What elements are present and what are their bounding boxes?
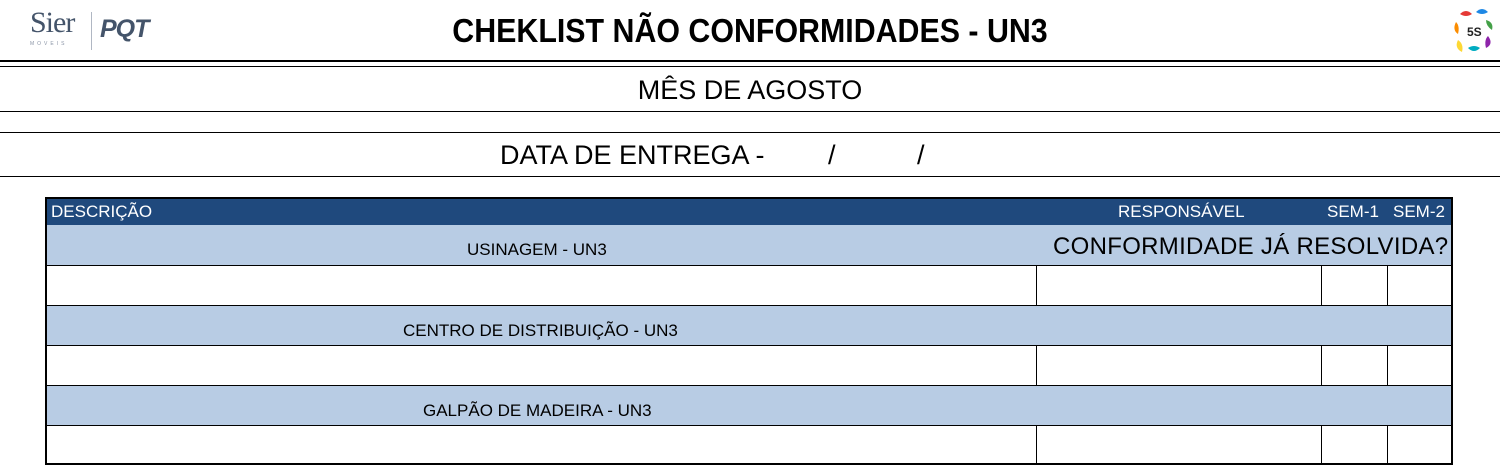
responsible-cell[interactable] — [1037, 426, 1321, 463]
cell-border — [1387, 425, 1388, 463]
delivery-date-label: DATA DE ENTREGA - — [500, 140, 765, 170]
responsible-cell[interactable] — [1037, 346, 1321, 385]
rule-mid-2 — [0, 132, 1500, 133]
sem1-cell[interactable] — [1322, 266, 1387, 305]
section-label: GALPÃO DE MADEIRA - UN3 — [423, 401, 652, 420]
delivery-date-separator-2: / — [917, 140, 925, 170]
sem2-cell[interactable] — [1388, 346, 1451, 385]
section-label: USINAGEM - UN3 — [467, 240, 607, 259]
rule-top-2 — [0, 66, 1500, 67]
cell-border — [1321, 265, 1322, 305]
5s-logo-icon: 5S — [1454, 9, 1493, 52]
cell-border — [1036, 425, 1037, 463]
rule-mid-1 — [0, 111, 1500, 112]
section-band-usinagem: USINAGEM - UN3 CONFORMIDADE JÁ RESOLVIDA… — [47, 225, 1451, 265]
column-header-responsible: RESPONSÁVEL — [1118, 202, 1245, 221]
cell-border — [1387, 345, 1388, 385]
section-band-centro-distribuicao: CENTRO DE DISTRIBUIÇÃO - UN3 — [47, 306, 1451, 346]
sem2-cell[interactable] — [1388, 426, 1451, 463]
section-label: CENTRO DE DISTRIBUIÇÃO - UN3 — [403, 321, 678, 340]
5s-logo-text: 5S — [1467, 25, 1482, 39]
cell-border — [1387, 265, 1388, 305]
responsible-cell[interactable] — [1037, 266, 1321, 305]
column-header-sem2: SEM-2 — [1393, 202, 1445, 221]
conformity-question: CONFORMIDADE JÁ RESOLVIDA? — [1053, 233, 1449, 260]
page-title: CHEKLIST NÃO CONFORMIDADES - UN3 — [452, 12, 1048, 49]
cell-border — [1321, 345, 1322, 385]
cell-border — [1321, 425, 1322, 463]
table-header-row: DESCRIÇÃO RESPONSÁVEL SEM-1 SEM-2 — [47, 199, 1451, 225]
column-header-sem1: SEM-1 — [1327, 202, 1379, 221]
section-band-galpao-madeira: GALPÃO DE MADEIRA - UN3 — [47, 386, 1451, 426]
cell-border — [1036, 345, 1037, 385]
cell-border — [1036, 265, 1037, 305]
delivery-date-separator-1: / — [828, 140, 836, 170]
column-header-description: DESCRIÇÃO — [51, 202, 153, 221]
description-cell[interactable] — [47, 346, 1036, 385]
rule-top-1 — [0, 60, 1500, 62]
description-cell[interactable] — [47, 426, 1036, 463]
description-cell[interactable] — [47, 266, 1036, 305]
month-line: MÊS DE AGOSTO — [637, 75, 863, 105]
sem1-cell[interactable] — [1322, 346, 1387, 385]
sem2-cell[interactable] — [1388, 266, 1451, 305]
rule-bottom — [0, 176, 1500, 177]
sem1-cell[interactable] — [1322, 426, 1387, 463]
